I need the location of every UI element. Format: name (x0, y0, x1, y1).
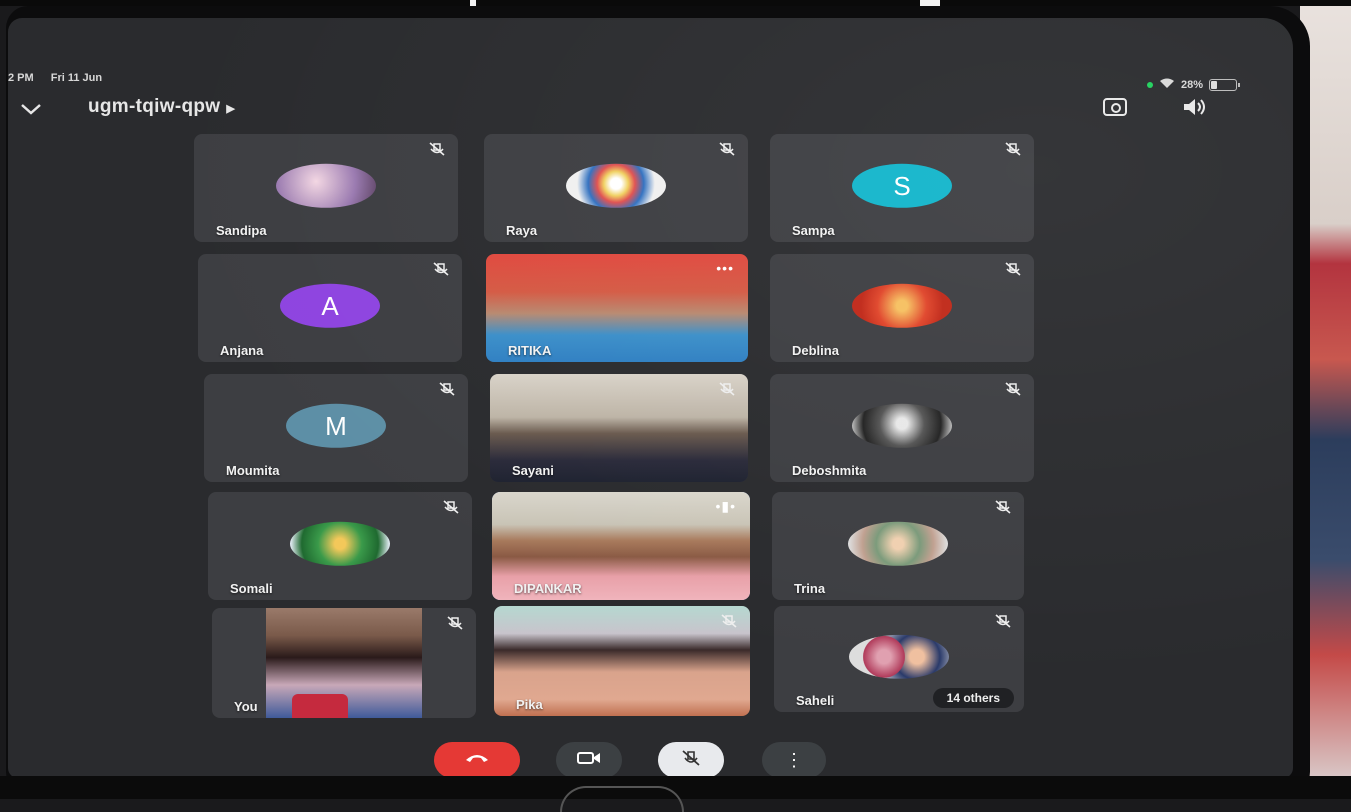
participant-tile[interactable]: ••• RITIKA (486, 254, 748, 362)
participant-name: Sayani (512, 463, 554, 478)
video-camera-icon (576, 750, 602, 771)
participant-tile-active-speaker[interactable]: •▮• DIPANKAR (492, 492, 750, 600)
participant-name: Moumita (226, 463, 280, 478)
participant-avatar: M (286, 403, 386, 448)
participant-avatar (852, 403, 952, 448)
participant-tile-self[interactable]: You (212, 608, 476, 718)
collapse-chevron-icon[interactable] (20, 98, 42, 121)
mic-off-icon (428, 142, 446, 156)
mic-off-icon (680, 749, 702, 771)
participant-name: Raya (506, 223, 538, 238)
participant-name: RITIKA (508, 343, 552, 358)
participant-avatar: S (852, 163, 952, 208)
mic-off-icon (1004, 382, 1022, 396)
participant-tile[interactable]: Deblina (770, 254, 1034, 362)
mic-off-icon (446, 616, 464, 630)
participant-tile[interactable]: M Moumita (204, 374, 468, 482)
battery-percent: 28% (1180, 79, 1203, 91)
mic-off-icon (432, 262, 450, 276)
meeting-code-text: ugm-tqiw-qpw (88, 96, 221, 117)
more-options-button[interactable]: ⋮ (762, 742, 826, 778)
participant-name: Deblina (792, 343, 839, 358)
status-date: Fri 11 Jun (50, 72, 103, 84)
participant-avatar (849, 634, 949, 679)
phone-in-frame (292, 694, 348, 718)
more-vert-icon: ⋮ (785, 749, 803, 770)
device-edge (560, 786, 684, 812)
participant-tile-group[interactable]: Saheli 14 others (774, 606, 1024, 712)
participant-avatar (276, 163, 376, 208)
end-call-button[interactable] (434, 742, 520, 778)
participant-name: Pika (516, 697, 543, 712)
avatar-initial: M (325, 410, 347, 441)
mic-off-icon (718, 142, 736, 156)
meeting-code[interactable]: ugm-tqiw-qpw ▶ (88, 96, 235, 118)
participant-name: Trina (794, 581, 826, 596)
mic-off-icon (442, 500, 460, 514)
participant-name: Sampa (792, 223, 835, 238)
participant-avatar (852, 283, 952, 328)
mic-off-icon (994, 500, 1012, 514)
participant-name: Anjana (220, 343, 264, 358)
status-bar-left: 2 PM Fri 11 Jun (8, 72, 116, 84)
participant-tile[interactable]: Trina (772, 492, 1024, 600)
participant-tile[interactable]: Pika (494, 606, 750, 716)
participant-tile[interactable]: S Sampa (770, 134, 1034, 242)
switch-camera-icon[interactable] (1103, 98, 1127, 116)
speaking-indicator-icon: •▮• (715, 498, 736, 514)
more-options-icon[interactable]: ••• (716, 260, 734, 276)
avatar-initial: A (321, 290, 339, 321)
participant-name: You (234, 699, 258, 714)
participant-name: Saheli (796, 693, 835, 708)
participant-name: Sandipa (216, 223, 267, 238)
status-time: 2 PM (8, 72, 34, 84)
meet-screen: 2 PM Fri 11 Jun 28% ugm-tqiw-qpw ▶ Sandip… (8, 18, 1293, 778)
battery-icon (1209, 79, 1240, 91)
mic-off-icon (720, 614, 738, 628)
participant-tile[interactable]: Sandipa (194, 134, 458, 242)
meeting-details-arrow-icon: ▶ (226, 103, 236, 115)
participant-avatar (290, 521, 390, 566)
camera-in-use-indicator (1146, 82, 1153, 88)
participant-name: DIPANKAR (514, 581, 582, 596)
participant-tile[interactable]: A Anjana (198, 254, 462, 362)
avatar-initial: S (893, 170, 911, 201)
participant-tile[interactable]: Raya (484, 134, 748, 242)
wifi-icon (1159, 78, 1175, 92)
camera-toggle-button[interactable] (556, 742, 622, 778)
participant-tile[interactable]: Sayani (490, 374, 748, 482)
participant-name: Deboshmita (792, 463, 867, 478)
hang-up-icon (464, 751, 490, 769)
speaker-icon[interactable] (1182, 98, 1208, 121)
participant-avatar: A (280, 283, 380, 328)
participant-avatar (566, 163, 666, 208)
participant-avatar (848, 521, 948, 566)
participant-tile[interactable]: Somali (208, 492, 472, 600)
participant-tile[interactable]: Deboshmita (770, 374, 1034, 482)
microphone-toggle-button[interactable] (658, 742, 724, 778)
mic-off-icon (1004, 142, 1022, 156)
status-bar-right: 28% (1146, 78, 1240, 92)
mic-off-icon (438, 382, 456, 396)
mic-off-icon (994, 614, 1012, 628)
participant-name: Somali (230, 581, 273, 596)
mic-off-icon (1004, 262, 1022, 276)
mic-off-icon (718, 382, 736, 396)
others-count-badge[interactable]: 14 others (932, 688, 1014, 708)
